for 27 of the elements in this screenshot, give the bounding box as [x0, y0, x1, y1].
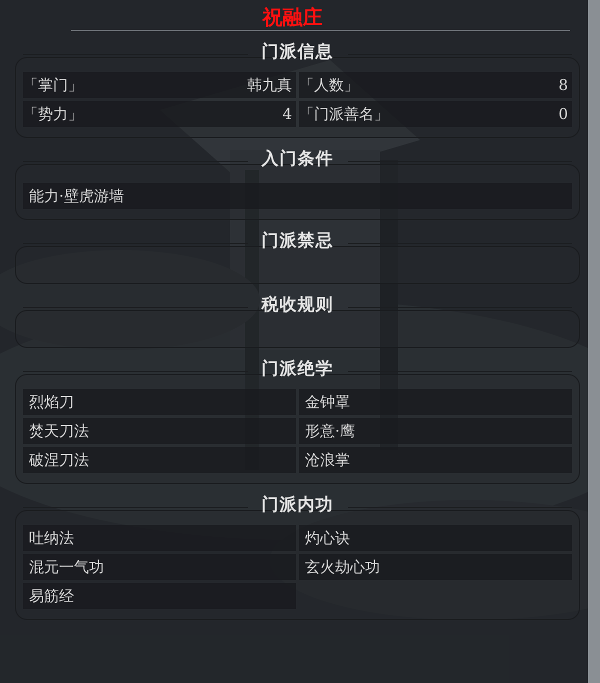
- section-heading: 门派信息: [262, 40, 334, 64]
- section-heading: 门派绝学: [262, 358, 334, 380]
- list-item: 形意·鹰: [299, 418, 572, 444]
- list-item: 吐纳法: [23, 525, 296, 551]
- list-item: 焚天刀法: [23, 418, 296, 444]
- list-item: 金钟罩: [299, 389, 572, 415]
- section-heading: 税收规则: [262, 294, 334, 316]
- window-title: 祝融庄: [260, 4, 324, 30]
- list-item: 易筋经: [23, 583, 296, 609]
- list-item: 能力·壁虎游墙: [23, 183, 572, 209]
- field-value: 韩九真: [247, 75, 292, 96]
- field-label: 「掌门」: [23, 75, 83, 96]
- list-item: 烈焰刀: [23, 389, 296, 415]
- section-heading: 门派内功: [262, 494, 334, 516]
- field-value: 8: [558, 75, 568, 96]
- list-item: 混元一气功: [23, 554, 296, 580]
- section-heading: 门派禁忌: [262, 230, 334, 252]
- field-value: 4: [282, 104, 292, 125]
- section-heading: 入门条件: [262, 148, 334, 170]
- list-item: 沧浪掌: [299, 447, 572, 473]
- field-label: 「势力」: [23, 104, 83, 125]
- list-item: 玄火劫心功: [299, 554, 572, 580]
- list-item: 破涅刀法: [23, 447, 296, 473]
- list-item: 灼心诀: [299, 525, 572, 551]
- field-value: 0: [558, 104, 568, 125]
- field-label: 「门派善名」: [299, 104, 389, 125]
- field-label: 「人数」: [299, 75, 359, 96]
